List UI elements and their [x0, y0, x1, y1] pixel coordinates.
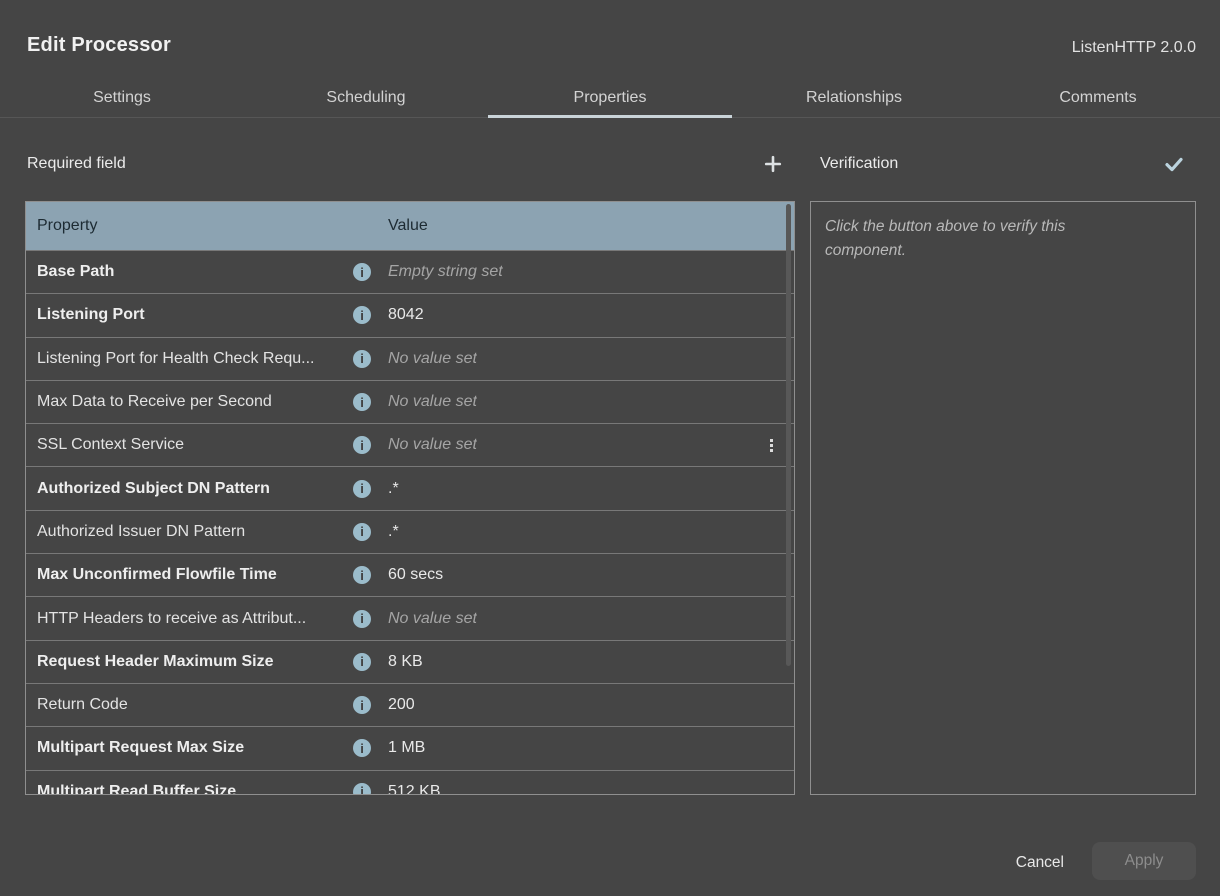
- scrollbar-thumb[interactable]: [786, 204, 791, 666]
- property-name: Return Code: [37, 696, 353, 714]
- property-name: Max Data to Receive per Second: [37, 393, 353, 411]
- info-icon[interactable]: i: [353, 739, 371, 757]
- property-name: Base Path: [37, 263, 353, 281]
- info-icon[interactable]: i: [353, 306, 371, 324]
- apply-button[interactable]: Apply: [1092, 842, 1196, 880]
- tab-comments[interactable]: Comments: [976, 78, 1220, 117]
- property-name: Authorized Issuer DN Pattern: [37, 523, 353, 541]
- properties-table: Property Value Base Path i Empty string …: [25, 201, 795, 795]
- property-name: Request Header Maximum Size: [37, 653, 353, 671]
- check-icon: [1164, 154, 1184, 174]
- add-property-button[interactable]: [760, 151, 786, 177]
- more-options-icon[interactable]: [770, 439, 773, 452]
- property-name: Multipart Request Max Size: [37, 739, 353, 757]
- property-value: No value set: [388, 393, 477, 411]
- property-value: 200: [388, 696, 415, 714]
- tab-relationships[interactable]: Relationships: [732, 78, 976, 117]
- table-row[interactable]: Multipart Request Max Size i 1 MB: [26, 726, 794, 769]
- verification-results-panel: Click the button above to verify this co…: [810, 201, 1196, 795]
- table-row[interactable]: Max Data to Receive per Second i No valu…: [26, 380, 794, 423]
- property-name: Authorized Subject DN Pattern: [37, 480, 353, 498]
- tab-settings[interactable]: Settings: [0, 78, 244, 117]
- info-icon[interactable]: i: [353, 566, 371, 584]
- processor-type-version: ListenHTTP 2.0.0: [1072, 39, 1196, 57]
- table-row[interactable]: SSL Context Service i No value set: [26, 423, 794, 466]
- info-icon[interactable]: i: [353, 523, 371, 541]
- tab-bar: Settings Scheduling Properties Relations…: [0, 78, 1220, 118]
- table-row[interactable]: Request Header Maximum Size i 8 KB: [26, 640, 794, 683]
- info-icon[interactable]: i: [353, 263, 371, 281]
- property-value: 512 KB: [388, 783, 440, 795]
- property-value: .*: [388, 523, 399, 541]
- required-field-label: Required field: [27, 155, 126, 173]
- dialog-title: Edit Processor: [27, 34, 171, 57]
- info-icon[interactable]: i: [353, 610, 371, 628]
- table-row[interactable]: Return Code i 200: [26, 683, 794, 726]
- property-name: Listening Port: [37, 306, 353, 324]
- verification-title: Verification: [820, 155, 898, 173]
- property-value: No value set: [388, 610, 477, 628]
- table-row[interactable]: Max Unconfirmed Flowfile Time i 60 secs: [26, 553, 794, 596]
- table-row[interactable]: HTTP Headers to receive as Attribut... i…: [26, 596, 794, 639]
- table-row[interactable]: Authorized Subject DN Pattern i .*: [26, 466, 794, 509]
- info-icon[interactable]: i: [353, 480, 371, 498]
- column-header-property: Property: [37, 217, 97, 235]
- info-icon[interactable]: i: [353, 653, 371, 671]
- property-name: HTTP Headers to receive as Attribut...: [37, 610, 353, 628]
- verify-properties-button[interactable]: [1161, 151, 1187, 177]
- info-icon[interactable]: i: [353, 696, 371, 714]
- property-value: 60 secs: [388, 566, 443, 584]
- verification-empty-message: Click the button above to verify this co…: [811, 202, 1141, 276]
- table-row[interactable]: Base Path i Empty string set: [26, 250, 794, 293]
- tab-scheduling[interactable]: Scheduling: [244, 78, 488, 117]
- table-row[interactable]: Listening Port for Health Check Requ... …: [26, 337, 794, 380]
- table-row[interactable]: Multipart Read Buffer Size i 512 KB: [26, 770, 794, 795]
- property-value: 8 KB: [388, 653, 423, 671]
- property-value: No value set: [388, 350, 477, 368]
- property-name: Listening Port for Health Check Requ...: [37, 350, 353, 368]
- properties-table-body: Base Path i Empty string set Listening P…: [26, 250, 794, 795]
- tab-properties[interactable]: Properties: [488, 78, 732, 117]
- properties-table-header: Property Value: [26, 202, 794, 250]
- property-value: No value set: [388, 436, 477, 454]
- table-row[interactable]: Authorized Issuer DN Pattern i .*: [26, 510, 794, 553]
- property-name: Multipart Read Buffer Size: [37, 783, 353, 795]
- table-scrollbar[interactable]: [786, 204, 791, 792]
- property-name: SSL Context Service: [37, 436, 353, 454]
- plus-icon: [764, 155, 782, 173]
- property-value: Empty string set: [388, 263, 503, 281]
- property-name: Max Unconfirmed Flowfile Time: [37, 566, 353, 584]
- property-value: 1 MB: [388, 739, 425, 757]
- edit-processor-dialog: Edit Processor ListenHTTP 2.0.0 Settings…: [0, 0, 1220, 896]
- column-header-value: Value: [388, 217, 428, 235]
- info-icon[interactable]: i: [353, 393, 371, 411]
- cancel-button[interactable]: Cancel: [1012, 846, 1068, 880]
- property-value: 8042: [388, 306, 424, 324]
- table-row[interactable]: Listening Port i 8042: [26, 293, 794, 336]
- property-value: .*: [388, 480, 399, 498]
- info-icon[interactable]: i: [353, 436, 371, 454]
- info-icon[interactable]: i: [353, 783, 371, 795]
- info-icon[interactable]: i: [353, 350, 371, 368]
